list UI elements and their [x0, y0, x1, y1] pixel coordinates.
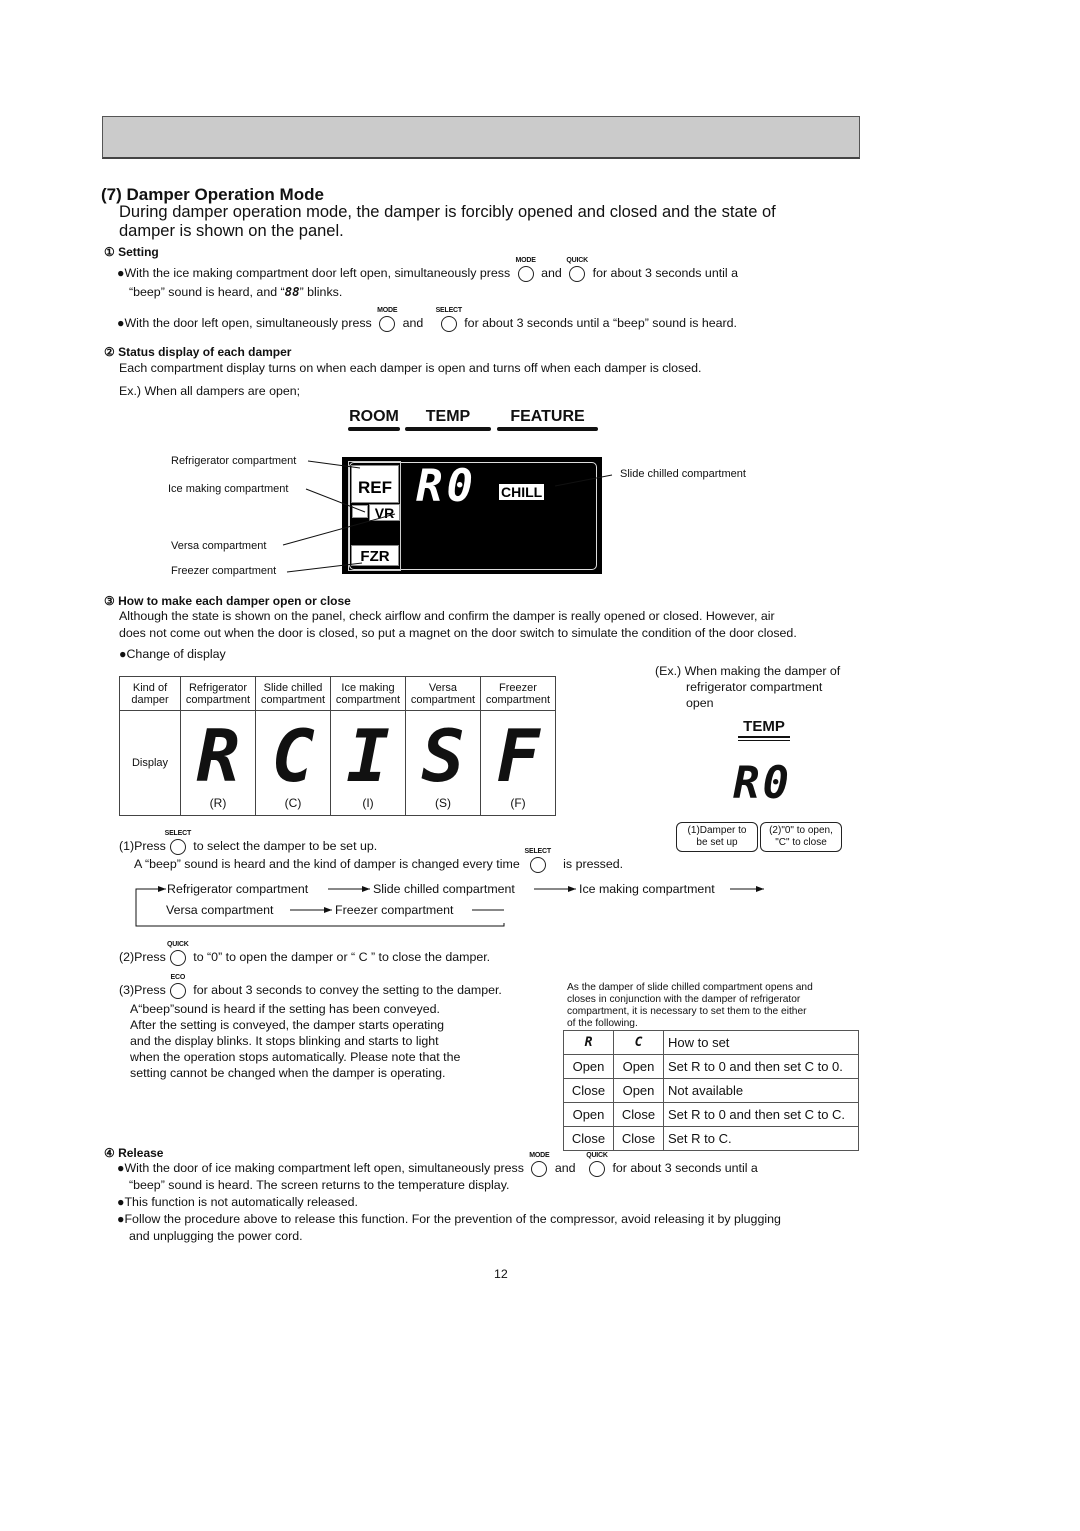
display-cell: S (S): [405, 710, 481, 816]
howto-text-2: does not come out when the door is close…: [119, 626, 797, 640]
cycle-item: Ice making compartment: [579, 882, 715, 896]
release-bullet-1: ●With the door of ice making compartment…: [117, 1151, 758, 1177]
callout-lines: [282, 460, 613, 573]
header-cell: Refrigerator compartment: [180, 676, 256, 711]
header-cell: Versa compartment: [405, 676, 481, 711]
howto-text-1: Although the state is shown on the panel…: [119, 609, 775, 623]
quick-button-icon: QUICK: [167, 941, 189, 966]
release-bullet-1-cont: “beep” sound is heard. The screen return…: [129, 1178, 510, 1192]
callout-slide: Slide chilled compartment: [620, 468, 746, 480]
display-cell: C (C): [255, 710, 331, 816]
set-table: R C How to set Open Open Set R to 0 and then…: [563, 1030, 859, 1151]
bubble-open-close: (2)"0" to open, "C" to close: [760, 822, 842, 852]
release-bullet-3-cont: and unplugging the power cord.: [129, 1229, 303, 1243]
select-button-icon: SELECT: [165, 830, 191, 855]
header-cell: Ice making compartment: [330, 676, 406, 711]
page-number: 12: [494, 1267, 508, 1281]
step-2: (2)Press QUICK to “0” to open the damper …: [119, 940, 491, 966]
step-1: (1)Press SELECT to select the damper to b…: [119, 829, 378, 855]
step-3: (3)Press ECO for about 3 seconds to conve…: [119, 973, 502, 999]
example-line-2: refrigerator compartment: [686, 680, 823, 694]
step-1-cont: A “beep” sound is heard and the kind of …: [134, 847, 624, 873]
release-bullet-3: ●Follow the procedure above to release t…: [117, 1212, 781, 1226]
example-digits: R0: [733, 758, 792, 809]
header-cell: Slide chilled compartment: [255, 676, 331, 711]
table-row: Close Open Not available: [563, 1078, 859, 1103]
display-cell: I (I): [330, 710, 406, 816]
example-line-1: (Ex.) When making the damper of: [655, 664, 841, 678]
cycle-item: Versa compartment: [166, 903, 274, 917]
eco-button-icon: ECO: [169, 974, 186, 999]
callout-refrigerator: Refrigerator compartment: [171, 455, 297, 467]
display-cell: F (F): [480, 710, 556, 816]
header-cell: Kind of damper: [119, 676, 181, 711]
howto-heading: ③ How to make each damper open or close: [104, 594, 351, 608]
quick-button-icon: QUICK: [586, 1152, 608, 1177]
callout-versa: Versa compartment: [171, 540, 267, 552]
cycle-item: Refrigerator compartment: [167, 882, 309, 896]
bubble-damper: (1)Damper to be set up: [676, 822, 758, 852]
release-bullet-2: ●This function is not automatically rele…: [117, 1195, 358, 1209]
display-cell: R (R): [180, 710, 256, 816]
cycle-item: Freezer compartment: [335, 903, 454, 917]
mode-button-icon: MODE: [529, 1152, 550, 1177]
change-of-display: ●Change of display: [119, 647, 226, 661]
callout-ice: Ice making compartment: [168, 483, 289, 495]
callout-freezer: Freezer compartment: [171, 565, 277, 577]
step-3-details: A“beep”sound is heard if the setting has…: [130, 1002, 461, 1080]
header-cell: Freezer compartment: [480, 676, 556, 711]
example-line-3: open: [686, 696, 714, 710]
example-temp-tab: TEMP: [738, 718, 790, 741]
select-button-icon: SELECT: [525, 848, 551, 873]
table-row: Open Open Set R to 0 and then set C to 0.: [563, 1054, 859, 1079]
damper-table: Kind of damper Refrigerator compartment Sl…: [119, 676, 556, 816]
row-label: Display: [119, 710, 181, 816]
slide-chilled-note: As the damper of slide chilled compartme…: [567, 982, 813, 1029]
table-row: Open Close Set R to 0 and then set C to C.: [563, 1102, 859, 1127]
release-heading: ④ Release: [104, 1146, 164, 1160]
cycle-item: Slide chilled compartment: [373, 882, 515, 896]
